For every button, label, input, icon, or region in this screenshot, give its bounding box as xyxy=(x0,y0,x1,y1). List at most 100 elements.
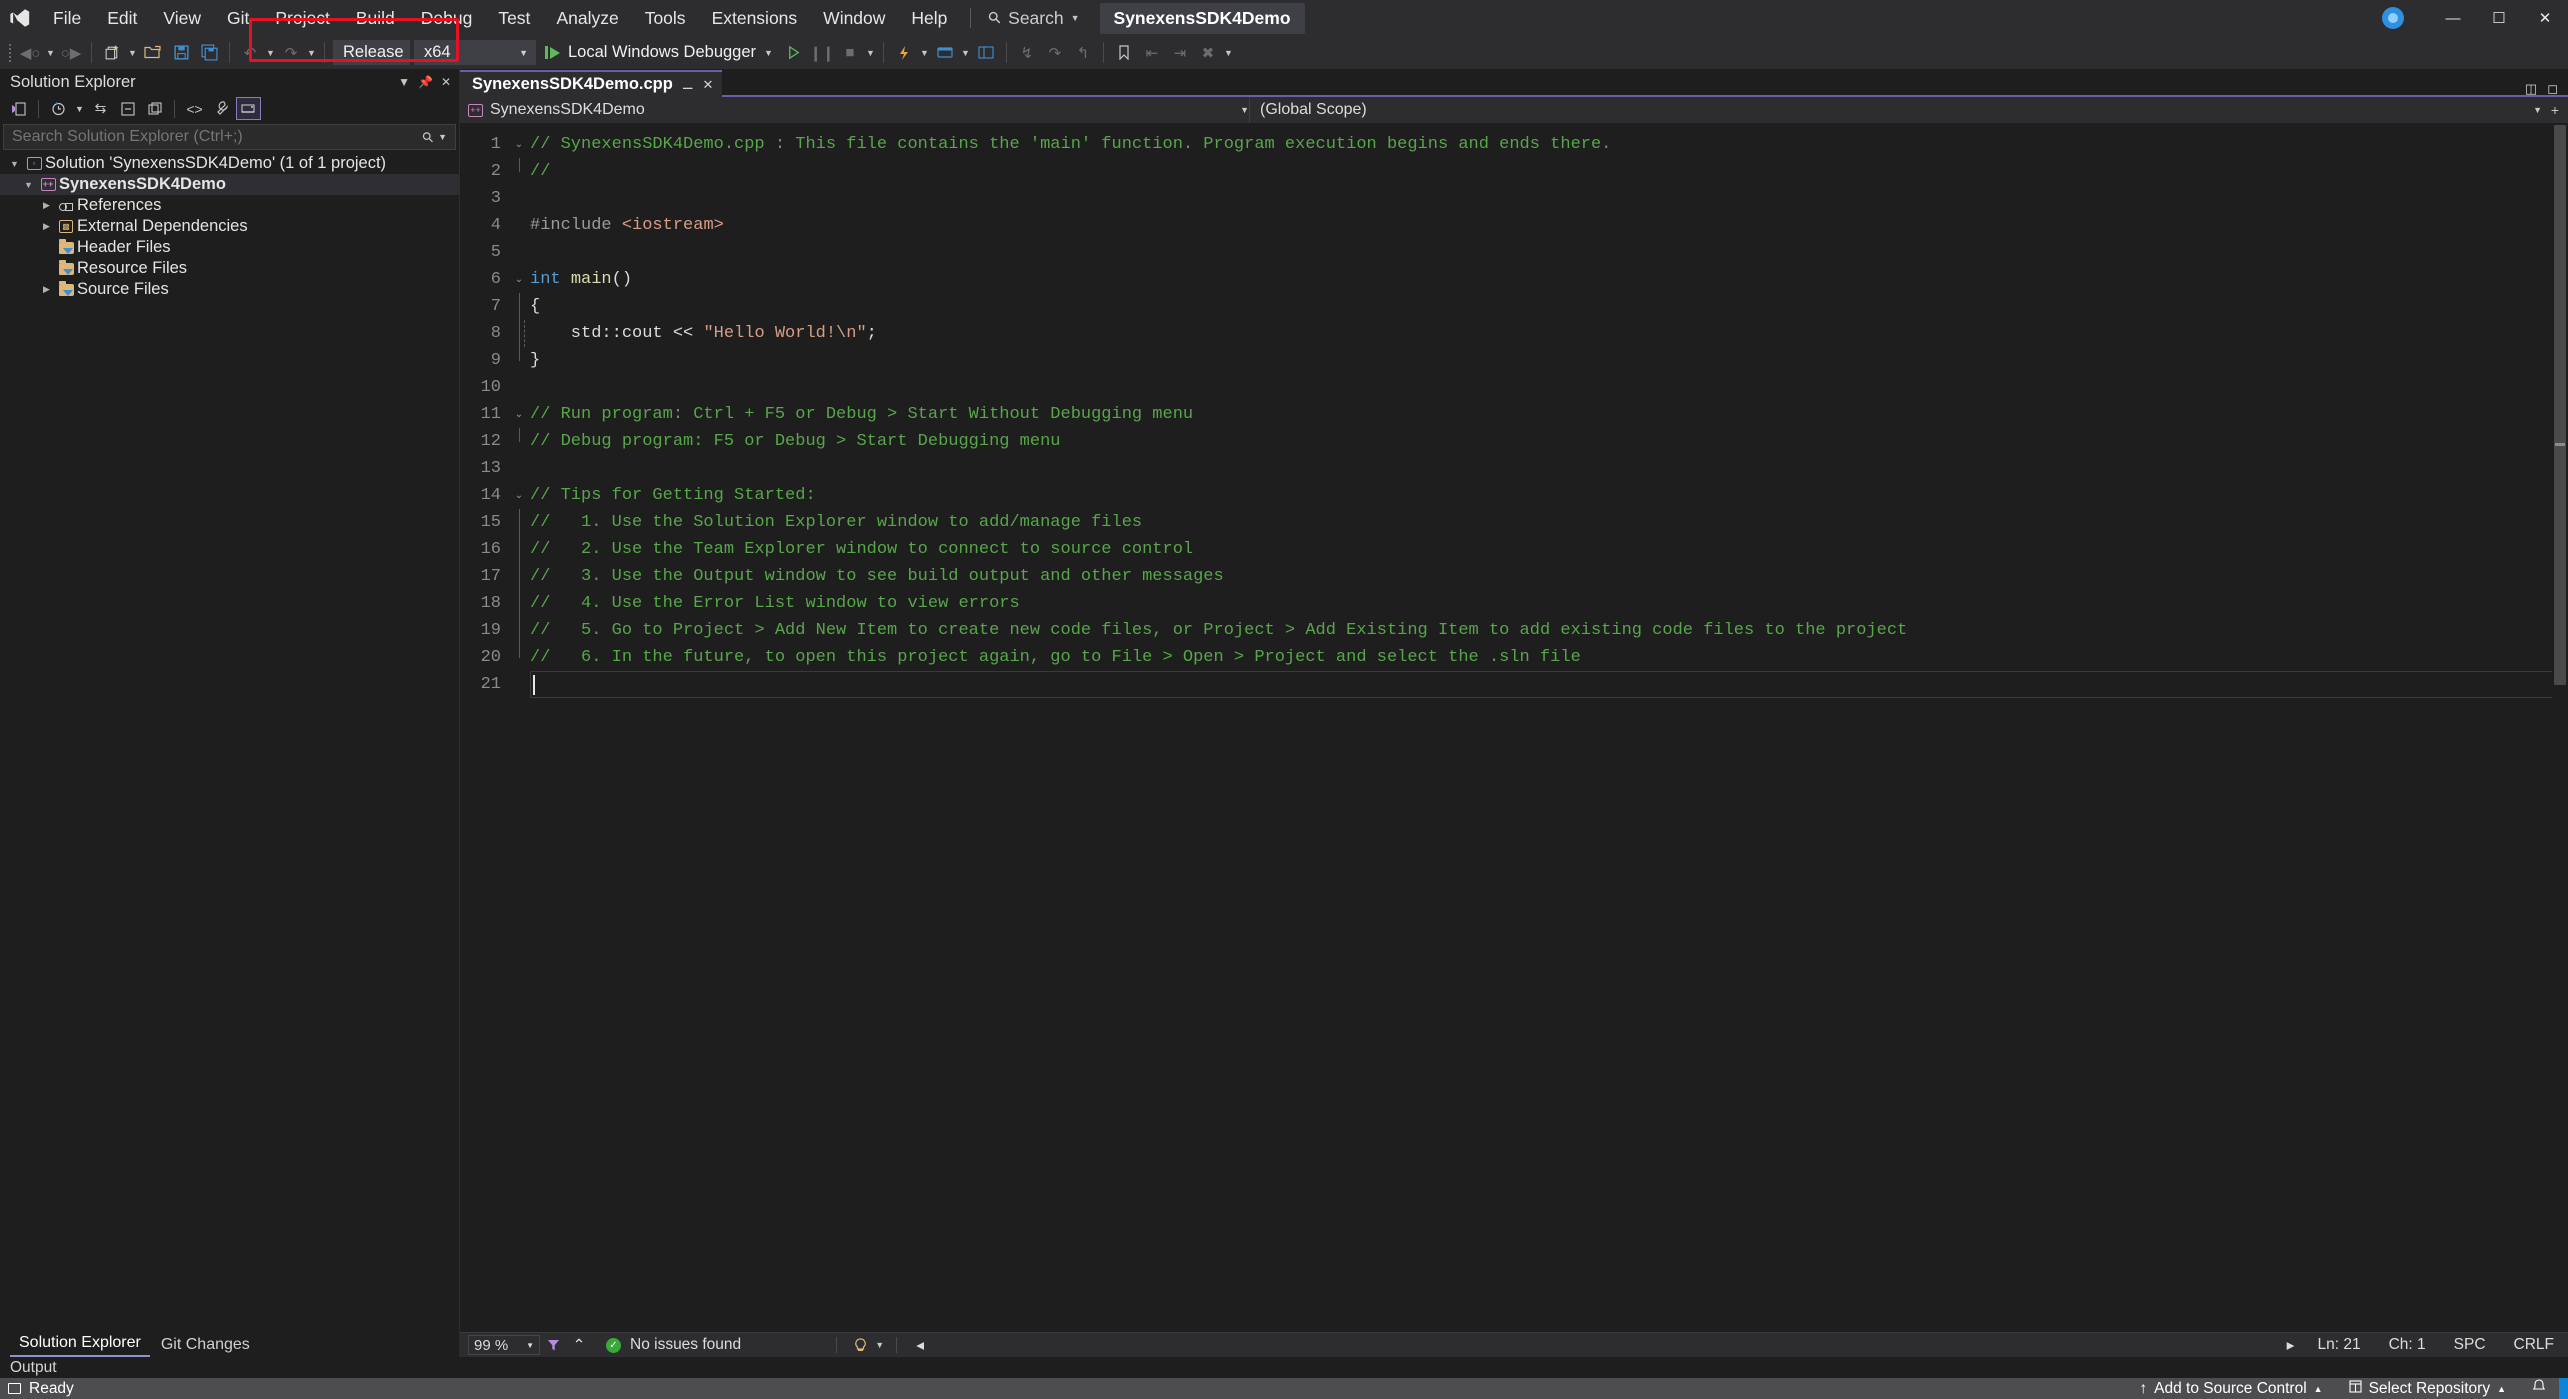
fold-toggle-icon[interactable]: ⌄ xyxy=(508,266,530,293)
code-suggestion-icon[interactable] xyxy=(847,1338,873,1353)
tree-item-external-dependencies[interactable]: ▶ ▩ External Dependencies xyxy=(0,216,459,237)
fold-toggle-icon[interactable]: ⌄ xyxy=(508,482,530,509)
new-item-dropdown-icon[interactable]: ▼ xyxy=(126,40,139,66)
pause-icon[interactable]: ❙❙ xyxy=(809,40,835,66)
back-dropdown-icon[interactable]: ▼ xyxy=(44,40,57,66)
solution-platform-dropdown[interactable]: x64 ▼ xyxy=(414,40,536,65)
line-indicator[interactable]: Ln: 21 xyxy=(2303,1336,2374,1354)
fold-toggle-icon[interactable]: ⌄ xyxy=(508,401,530,428)
close-icon[interactable]: ✕ xyxy=(441,75,451,89)
toolbar-overflow-icon[interactable]: ▼ xyxy=(1222,40,1235,66)
menu-tools[interactable]: Tools xyxy=(632,0,699,36)
next-bookmark-icon[interactable]: ⇥ xyxy=(1167,40,1193,66)
previous-bookmark-icon[interactable]: ⇤ xyxy=(1139,40,1165,66)
close-button[interactable]: ✕ xyxy=(2522,0,2568,36)
twisty-collapsed-icon[interactable]: ▶ xyxy=(38,221,55,232)
code-folding-column[interactable]: ⌄⌄⌄⌄ xyxy=(508,123,530,1332)
stop-icon[interactable]: ■ xyxy=(837,40,863,66)
pin-icon[interactable]: 📌 xyxy=(418,75,433,89)
undo-icon[interactable]: ↶ xyxy=(237,40,263,66)
code-view-icon[interactable]: <> xyxy=(182,97,207,120)
output-panel-header[interactable]: Output xyxy=(0,1357,2568,1378)
twisty-collapsed-icon[interactable]: ▶ xyxy=(38,200,55,211)
switch-views-icon[interactable] xyxy=(236,97,261,120)
tree-item-project[interactable]: ▼ ++ SynexensSDK4Demo xyxy=(0,174,459,195)
add-split-icon[interactable]: + xyxy=(2542,102,2568,118)
code-text[interactable]: // SynexensSDK4Demo.cpp : This file cont… xyxy=(530,123,2568,1332)
properties-wrench-icon[interactable] xyxy=(209,97,234,120)
bookmark-icon[interactable] xyxy=(1111,40,1137,66)
menu-edit[interactable]: Edit xyxy=(94,0,150,36)
navigate-right-icon[interactable]: ▸ xyxy=(2277,1336,2303,1355)
tree-item-references[interactable]: ▶ References xyxy=(0,195,459,216)
menu-git[interactable]: Git xyxy=(214,0,262,36)
scrollbar-thumb[interactable] xyxy=(2554,125,2566,685)
start-debugging-button[interactable]: Local Windows Debugger ▼ xyxy=(538,39,780,66)
maximize-button[interactable]: ☐ xyxy=(2476,0,2522,36)
hot-reload-dropdown-icon[interactable]: ▼ xyxy=(918,40,931,66)
indentation-indicator[interactable]: SPC xyxy=(2440,1336,2500,1354)
navigation-scope-dropdown[interactable]: (Global Scope) ▼ xyxy=(1250,97,2542,123)
history-dropdown-icon[interactable]: ▼ xyxy=(73,96,86,122)
debug-target-dropdown-icon[interactable]: ▼ xyxy=(959,40,972,66)
tree-item-solution[interactable]: ▼ ▫ Solution 'SynexensSDK4Demo' (1 of 1 … xyxy=(0,153,459,174)
editor-vertical-scrollbar[interactable] xyxy=(2552,123,2568,1332)
live-share-icon[interactable] xyxy=(2382,7,2404,29)
maximize-editor-icon[interactable]: ◻ xyxy=(2547,81,2558,97)
solution-name-chip[interactable]: SynexensSDK4Demo xyxy=(1100,3,1305,34)
suggestion-dropdown-icon[interactable]: ▼ xyxy=(873,1332,886,1358)
navigate-back-icon[interactable]: ◀○ xyxy=(17,40,43,66)
solution-explorer-search[interactable]: ⚲ ▼ xyxy=(3,124,456,150)
chevron-down-icon[interactable]: ▼ xyxy=(2533,105,2542,115)
tree-item-resource-files[interactable]: Resource Files xyxy=(0,258,459,279)
twisty-expanded-icon[interactable]: ▼ xyxy=(6,159,23,169)
undo-dropdown-icon[interactable]: ▼ xyxy=(264,40,277,66)
twisty-collapsed-icon[interactable]: ▶ xyxy=(38,284,55,295)
window-layout-icon[interactable] xyxy=(973,40,999,66)
step-into-icon[interactable]: ↯ xyxy=(1014,40,1040,66)
redo-dropdown-icon[interactable]: ▼ xyxy=(305,40,318,66)
debug-target-settings-icon[interactable] xyxy=(932,40,958,66)
column-indicator[interactable]: Ch: 1 xyxy=(2375,1336,2440,1354)
hot-reload-icon[interactable] xyxy=(891,40,917,66)
sync-icon[interactable]: ⇆ xyxy=(88,97,113,120)
notifications-button[interactable] xyxy=(2519,1378,2559,1399)
navigation-project-dropdown[interactable]: ++ SynexensSDK4Demo ▼ xyxy=(460,97,1250,123)
redo-icon[interactable]: ↷ xyxy=(278,40,304,66)
toolbar-grip[interactable] xyxy=(4,42,16,64)
navigate-forward-icon[interactable]: ○▶ xyxy=(58,40,84,66)
navigate-left-icon[interactable]: ◂ xyxy=(907,1336,933,1355)
global-search[interactable]: ⚲ Search ▼ xyxy=(981,3,1087,33)
open-file-icon[interactable] xyxy=(140,40,166,66)
menu-window[interactable]: Window xyxy=(810,0,898,36)
menu-file[interactable]: File xyxy=(40,0,94,36)
minimize-button[interactable]: — xyxy=(2430,0,2476,36)
chevron-down-icon[interactable]: ▼ xyxy=(1240,105,1249,115)
collapse-all-icon[interactable] xyxy=(115,97,140,120)
twisty-expanded-icon[interactable]: ▼ xyxy=(20,180,37,190)
solution-configuration-dropdown[interactable]: Release ▼ xyxy=(333,40,410,65)
menu-extensions[interactable]: Extensions xyxy=(699,0,811,36)
zoom-level-dropdown[interactable]: 99 % ▼ xyxy=(468,1335,540,1355)
chevron-down-icon[interactable]: ▼ xyxy=(438,132,447,142)
menu-help[interactable]: Help xyxy=(898,0,960,36)
close-icon[interactable]: ✕ xyxy=(702,77,713,93)
show-all-files-icon[interactable] xyxy=(142,97,167,120)
line-ending-indicator[interactable]: CRLF xyxy=(2500,1336,2568,1354)
menu-analyze[interactable]: Analyze xyxy=(543,0,631,36)
document-tab-synexenssdk4demo-cpp[interactable]: SynexensSDK4Demo.cpp ⚊ ✕ xyxy=(460,70,722,97)
menu-build[interactable]: Build xyxy=(343,0,408,36)
split-view-icon[interactable]: ◫ xyxy=(2525,81,2537,97)
menu-test[interactable]: Test xyxy=(485,0,543,36)
tree-item-header-files[interactable]: Header Files xyxy=(0,237,459,258)
select-repository-button[interactable]: Select Repository ▲ xyxy=(2336,1378,2519,1399)
tree-item-source-files[interactable]: ▶ Source Files xyxy=(0,279,459,300)
pending-changes-icon[interactable] xyxy=(6,97,31,120)
start-without-debugging-icon[interactable] xyxy=(781,40,807,66)
stop-dropdown-icon[interactable]: ▼ xyxy=(864,40,877,66)
tab-solution-explorer[interactable]: Solution Explorer xyxy=(10,1331,150,1357)
view-history-icon[interactable] xyxy=(46,97,71,120)
tab-git-changes[interactable]: Git Changes xyxy=(152,1333,259,1357)
issue-filter-icon[interactable] xyxy=(540,1338,566,1353)
step-out-icon[interactable]: ↰ xyxy=(1070,40,1096,66)
